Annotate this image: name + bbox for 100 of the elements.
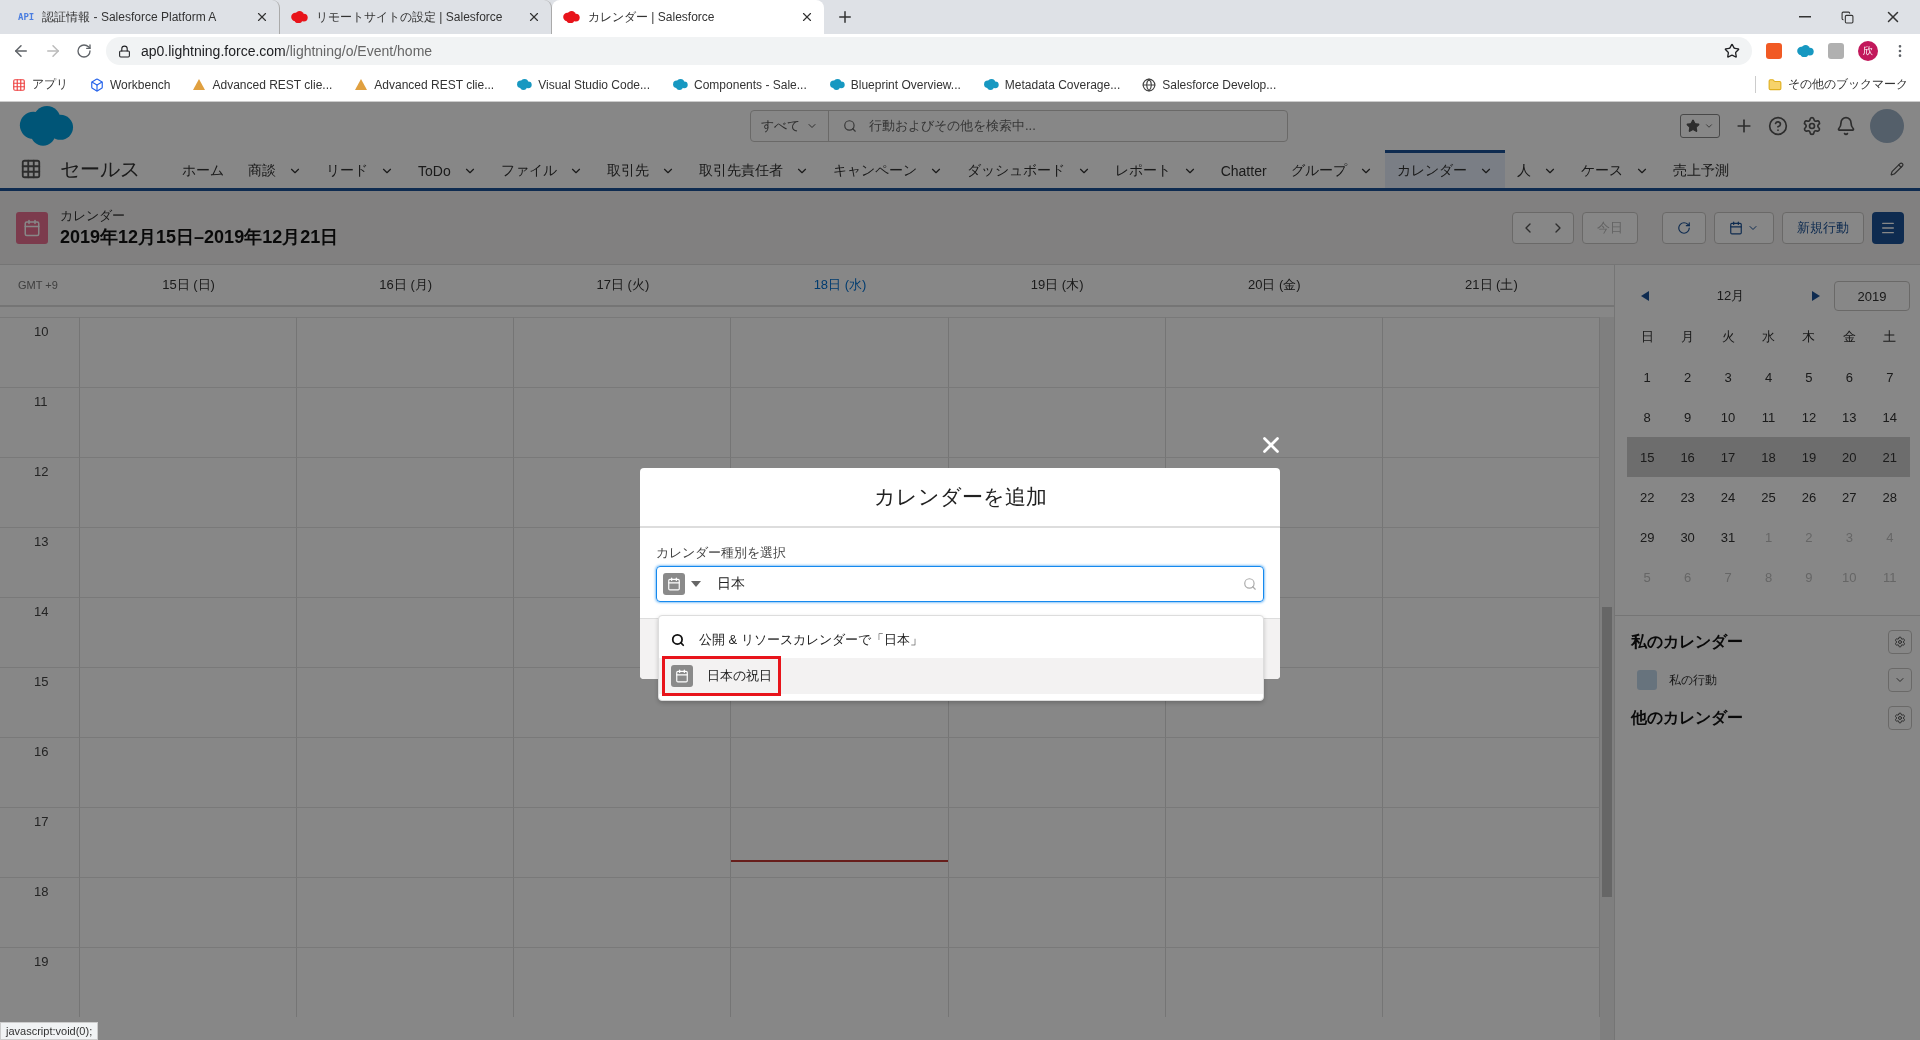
extension-icon[interactable] [1828, 43, 1844, 59]
hour-label: 12 [0, 457, 80, 527]
bookmark[interactable]: Advanced REST clie... [192, 77, 333, 92]
page-title: 2019年12月15日–2019年12月21日 [60, 225, 339, 249]
calendar-search-field[interactable]: 日本 [656, 566, 1264, 602]
cloud-icon [828, 78, 845, 91]
settings-button[interactable] [1888, 630, 1912, 654]
calendar-name[interactable]: 私の行動 [1669, 671, 1717, 689]
calendar-day[interactable]: 29 [1627, 517, 1668, 557]
calendar-day[interactable]: 1 [1627, 357, 1668, 397]
day-heading: 21日 (土) [1464, 276, 1519, 294]
user-avatar[interactable] [1870, 109, 1904, 143]
new-event-button[interactable]: 新規行動 [1782, 211, 1864, 244]
calendar-day[interactable]: 18 [1748, 437, 1789, 477]
calendar-day[interactable]: 14 [1869, 397, 1910, 437]
nav-tab[interactable]: 商談 [236, 150, 314, 188]
nav-tab[interactable]: ファイル [488, 150, 595, 188]
nav-tab[interactable]: ダッシュボード [954, 150, 1103, 188]
bookmark[interactable]: Metadata Coverage... [982, 77, 1121, 92]
global-search-field[interactable]: すべて 行動およびその他を検索中... [750, 110, 1288, 142]
calendar-icon [1729, 220, 1743, 235]
calendar-day[interactable]: 4 [1748, 357, 1789, 397]
calendar-day[interactable]: 20 [1829, 437, 1870, 477]
address-bar[interactable]: ap0.lightning.force.com/lightning/o/Event/home [106, 37, 1752, 65]
calendar-day[interactable]: 7 [1869, 357, 1910, 397]
next-month-icon[interactable] [1812, 291, 1820, 301]
calendar-day[interactable]: 15 [1627, 437, 1668, 477]
nav-tab[interactable]: Chatter [1208, 150, 1279, 188]
calendar-icon [671, 665, 693, 687]
calendar-day[interactable]: 8 [1627, 397, 1668, 437]
calendar-day[interactable]: 24 [1707, 477, 1749, 517]
settings-icon [1894, 712, 1906, 724]
favorites-button[interactable] [1680, 114, 1720, 138]
bookmark[interactable]: Workbench [90, 77, 171, 92]
calendar-day[interactable]: 25 [1748, 477, 1789, 517]
list-button[interactable] [1872, 211, 1904, 244]
dropdown-option[interactable]: 公開 & リソースカレンダーで「日本」 [659, 622, 1263, 658]
calendar-day[interactable]: 17 [1707, 437, 1749, 477]
bookmark[interactable]: アプリ [12, 76, 68, 93]
calendar-day[interactable]: 28 [1869, 477, 1910, 517]
calendar-day[interactable]: 31 [1707, 517, 1749, 557]
nav-tab[interactable]: キャンペーン [820, 150, 955, 188]
other-bookmarks[interactable]: その他のブックマーク [1755, 76, 1908, 93]
nav-tab[interactable]: リード [314, 150, 406, 188]
calendar-day[interactable]: 19 [1788, 437, 1830, 477]
calendar-day[interactable]: 30 [1667, 517, 1708, 557]
calendar-day[interactable]: 3 [1707, 357, 1749, 397]
prev-month-icon[interactable] [1641, 291, 1649, 301]
dropdown-button[interactable] [1888, 668, 1912, 692]
calendar-day[interactable]: 6 [1829, 357, 1870, 397]
section-title: 私のカレンダー [1631, 631, 1743, 652]
day-heading: 18日 (水) [812, 276, 868, 294]
nav-tab[interactable]: レポート [1102, 150, 1209, 188]
hour-label: 14 [0, 597, 80, 667]
calendar-day[interactable]: 11 [1748, 397, 1789, 437]
bookmark[interactable]: Advanced REST clie... [354, 77, 495, 92]
view-button[interactable] [1714, 211, 1774, 244]
app-name: セールス [60, 156, 140, 182]
forward-icon [44, 42, 62, 60]
calendar-day[interactable]: 9 [1667, 397, 1708, 437]
extension-icon[interactable] [1766, 43, 1782, 59]
calendar-day[interactable]: 27 [1829, 477, 1870, 517]
nav-tab[interactable]: 人 [1504, 150, 1569, 188]
calendar-day[interactable]: 23 [1667, 477, 1708, 517]
nav-tab[interactable]: ホーム [170, 150, 236, 188]
calendar-day[interactable]: 13 [1829, 397, 1870, 437]
calendar-day[interactable]: 5 [1788, 357, 1830, 397]
minimize-icon [1799, 16, 1811, 18]
calendar-day[interactable]: 2 [1667, 357, 1708, 397]
nav-tab[interactable]: 取引先責任者 [686, 150, 821, 188]
day-heading: 20日 (金) [1246, 276, 1302, 294]
calendar-day[interactable]: 10 [1707, 397, 1749, 437]
browser-tab[interactable]: カレンダー | Salesforce [552, 0, 824, 34]
nav-tab[interactable]: 取引先 [594, 150, 687, 188]
nav-tab[interactable]: カレンダー [1384, 150, 1505, 188]
bookmark[interactable]: Blueprint Overview... [828, 77, 961, 92]
day-heading: 16日 (月) [378, 276, 434, 294]
nav-tab[interactable]: グループ [1278, 150, 1385, 188]
profile-avatar[interactable]: 欣 [1858, 41, 1878, 61]
settings-button[interactable] [1888, 706, 1912, 730]
search-scope[interactable]: すべて [761, 117, 800, 135]
nav-tab[interactable]: 売上予測 [1660, 150, 1741, 188]
calendar-day[interactable]: 12 [1788, 397, 1830, 437]
bookmark[interactable]: Components - Sale... [672, 77, 807, 92]
nav-tab[interactable]: ToDo [406, 150, 489, 188]
time-slot[interactable] [731, 807, 949, 877]
calendar-day[interactable]: 21 [1869, 437, 1910, 477]
timezone-label: GMT +9 [17, 279, 59, 291]
day-heading: 15日 (日) [161, 276, 216, 294]
weekday-label: 月 [1680, 328, 1696, 346]
bookmark[interactable]: Salesforce Develop... [1142, 77, 1277, 92]
scrollbar[interactable] [1600, 317, 1614, 1040]
year-select[interactable]: 2019 [1834, 281, 1910, 311]
nav-tab[interactable]: ケース [1568, 150, 1661, 188]
refresh-button[interactable] [1662, 211, 1706, 244]
calendar-day[interactable]: 22 [1627, 477, 1668, 517]
calendar-day[interactable]: 26 [1788, 477, 1830, 517]
bookmark[interactable]: Visual Studio Code... [516, 77, 651, 92]
calendar-day[interactable]: 16 [1667, 437, 1708, 477]
dropdown-option[interactable]: 日本の祝日 [659, 658, 1263, 694]
